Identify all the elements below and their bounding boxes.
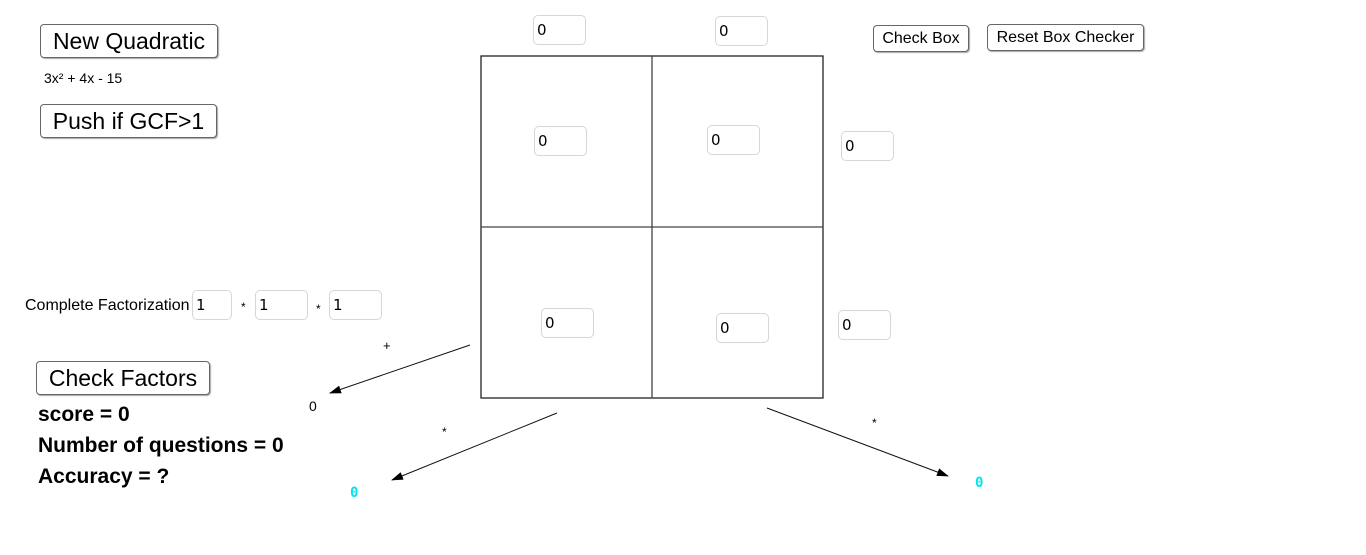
box-diagram xyxy=(329,55,949,481)
multiply-operator: * xyxy=(241,300,246,314)
sum-result: 0 xyxy=(309,398,317,414)
cell-top-right-input[interactable] xyxy=(707,125,760,155)
multiply-operator: * xyxy=(316,302,321,316)
cell-bottom-left-input[interactable] xyxy=(541,308,594,338)
cell-bottom-right-input[interactable] xyxy=(716,313,769,343)
top-factor-right-input[interactable] xyxy=(715,16,768,46)
sum-operator-label: + xyxy=(383,338,391,353)
product-right-operator-label: * xyxy=(872,416,877,430)
sum-arrow xyxy=(329,344,471,394)
factor-2-input[interactable] xyxy=(255,290,308,320)
accuracy-text: Accuracy = ? xyxy=(38,465,170,488)
product-left-result: 0 xyxy=(350,485,359,501)
factor-1-input[interactable] xyxy=(192,290,232,320)
number-of-questions-text: Number of questions = 0 xyxy=(38,434,284,457)
product-right-arrow xyxy=(766,407,949,477)
cell-top-left-input[interactable] xyxy=(534,126,587,156)
check-factors-button[interactable]: Check Factors xyxy=(36,361,210,395)
product-right-result: 0 xyxy=(975,475,984,491)
score-text: score = 0 xyxy=(38,403,130,426)
complete-factorization-label: Complete Factorization xyxy=(25,297,190,314)
side-factor-top-input[interactable] xyxy=(841,131,894,161)
product-left-operator-label: * xyxy=(442,425,447,439)
factor-3-input[interactable] xyxy=(329,290,382,320)
top-factor-left-input[interactable] xyxy=(533,15,586,45)
product-left-arrow xyxy=(391,412,558,481)
side-factor-bottom-input[interactable] xyxy=(838,310,891,340)
